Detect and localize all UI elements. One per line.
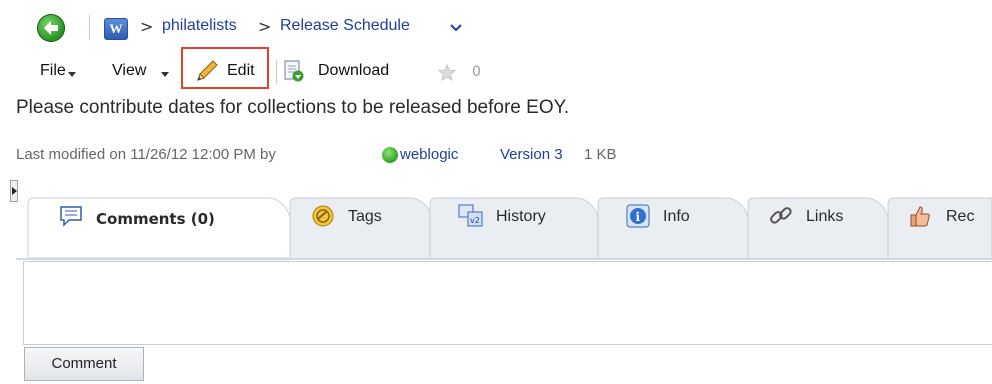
edit-button[interactable]: Edit [227,62,255,80]
svg-text:v2: v2 [470,216,480,225]
tag-icon [312,205,334,227]
history-icon: v2 [458,204,483,227]
tab-underline [16,258,992,260]
breadcrumb-item-release-schedule[interactable]: Release Schedule [280,17,410,35]
file-menu-caret-icon[interactable] [68,72,76,77]
file-menu[interactable]: File [40,62,66,80]
document-description: Please contribute dates for collections … [16,97,570,118]
link-icon [770,207,792,224]
tab-links[interactable]: Links [806,208,843,226]
file-size: 1 KB [584,146,617,163]
tab-history[interactable]: History [496,208,546,226]
user-link[interactable]: weblogic [400,146,458,163]
star-icon[interactable] [438,64,456,81]
thumbs-up-icon [910,206,930,227]
tab-info[interactable]: Info [663,208,690,226]
version-link[interactable]: Version 3 [500,146,563,163]
breadcrumb-separator: > [258,17,272,36]
last-modified-text: Last modified on 11/26/12 12:00 PM by [16,146,276,163]
view-menu-caret-icon[interactable] [161,72,169,77]
tab-shape-recommend[interactable] [887,197,992,258]
arrow-left-icon [44,21,58,35]
comment-icon [60,206,82,227]
separator [89,15,90,40]
svg-text:i: i [636,210,641,224]
breadcrumb-item-philatelists[interactable]: philatelists [162,17,237,35]
comment-textarea[interactable] [23,261,992,345]
word-document-icon: W [104,18,128,40]
tab-tags[interactable]: Tags [348,208,382,226]
back-button[interactable] [37,14,65,42]
tab-comments[interactable]: Comments (0) [96,210,215,228]
pencil-icon[interactable] [195,59,219,83]
download-icon[interactable] [284,60,304,82]
online-status-icon [382,147,398,163]
star-count: 0 [472,64,481,80]
chevron-down-icon[interactable] [450,24,462,32]
tab-shape-info[interactable] [597,197,769,259]
comment-button[interactable]: Comment [24,347,144,381]
toolbar-separator [276,60,277,84]
tab-recommend[interactable]: Rec [946,208,974,226]
info-icon: i [626,204,650,228]
download-button[interactable]: Download [318,62,389,80]
breadcrumb-separator: > [140,17,154,36]
view-menu[interactable]: View [112,62,146,80]
